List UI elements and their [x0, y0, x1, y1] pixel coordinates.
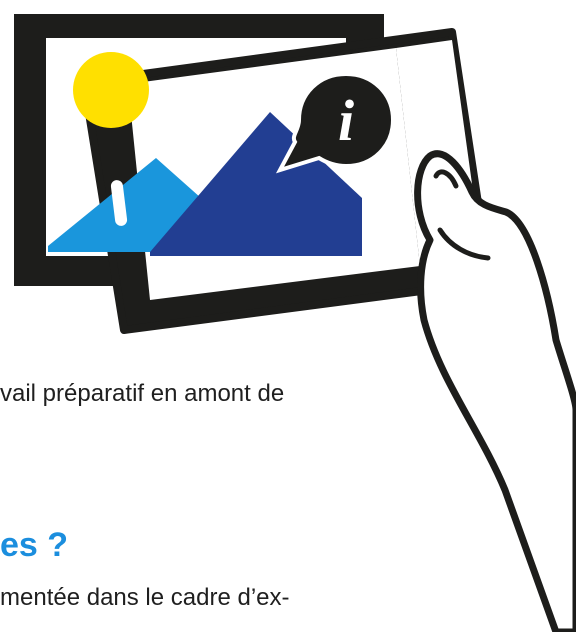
body-text-line-2: mentée dans le cadre d’ex- — [0, 584, 290, 611]
hand-icon — [414, 150, 576, 632]
section-heading: es ? — [0, 526, 69, 564]
tablet-photo-illustration: i — [14, 14, 576, 632]
sun-icon — [73, 52, 149, 128]
body-text-line-1: vail préparatif en amont de — [0, 380, 285, 407]
info-letter: i — [338, 88, 354, 153]
